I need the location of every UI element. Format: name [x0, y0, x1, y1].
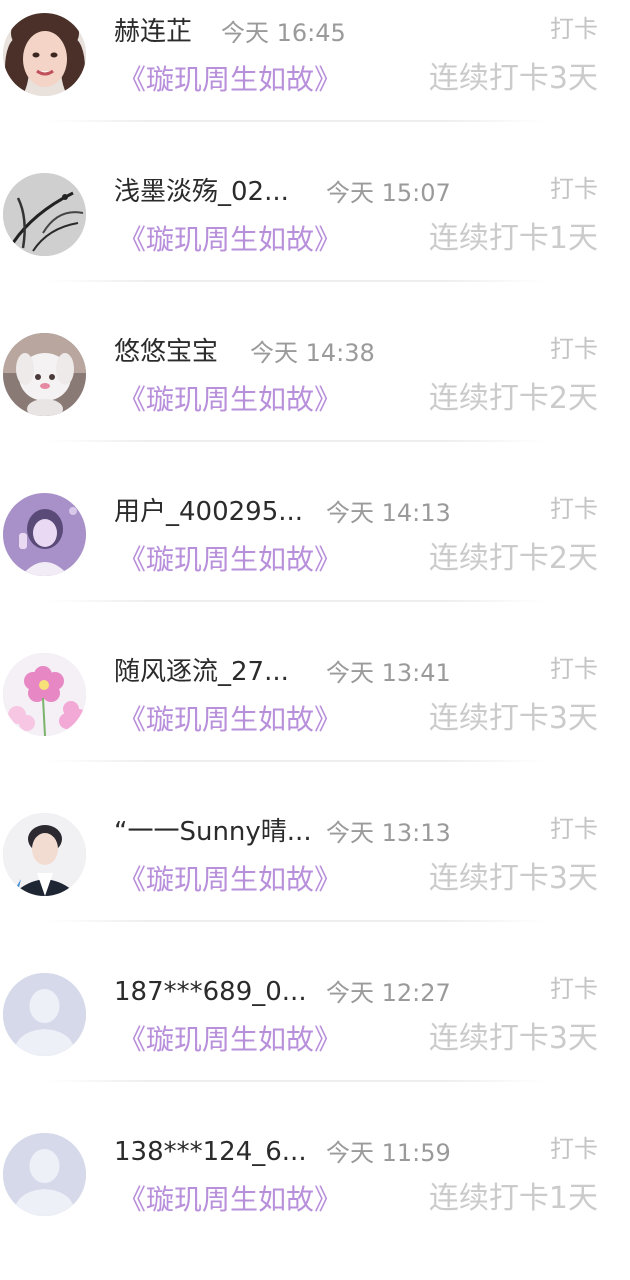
checkin-row[interactable]: 赫连芷 今天 16:45 打卡《璇玑周生如故》 连续打卡3天 — [0, 0, 630, 160]
checkin-tag: 打卡 — [550, 1135, 598, 1163]
user-name[interactable]: “一一Sunny晴... — [114, 814, 312, 850]
checkin-tag: 打卡 — [550, 975, 598, 1003]
checkin-tag: 打卡 — [550, 495, 598, 523]
avatar[interactable] — [3, 493, 86, 576]
checkin-tag: 打卡 — [550, 175, 598, 203]
row-divider — [46, 920, 546, 922]
checkin-tag: 打卡 — [550, 655, 598, 683]
checkin-time: 今天 13:41 — [326, 659, 451, 687]
user-name[interactable]: 浅墨淡殇_02... — [114, 174, 289, 210]
book-title-link[interactable]: 《璇玑周生如故》 — [118, 1020, 342, 1060]
checkin-row[interactable]: “一一Sunny晴... 今天 13:13 打卡《璇玑周生如故》 连续打卡3天 — [0, 800, 630, 960]
checkin-time: 今天 16:45 — [221, 19, 346, 47]
user-name[interactable]: 138***124_6... — [114, 1134, 307, 1170]
book-title-link[interactable]: 《璇玑周生如故》 — [118, 60, 342, 100]
user-name[interactable]: 随风逐流_27... — [114, 654, 289, 690]
user-name[interactable]: 悠悠宝宝 — [114, 334, 218, 370]
avatar[interactable] — [3, 973, 86, 1056]
row-divider — [46, 1080, 546, 1082]
row-divider — [46, 440, 546, 442]
checkin-row[interactable]: 浅墨淡殇_02... 今天 15:07 打卡《璇玑周生如故》 连续打卡1天 — [0, 160, 630, 320]
streak-count: 连续打卡3天 — [428, 861, 598, 896]
checkin-time: 今天 11:59 — [326, 1139, 451, 1167]
avatar[interactable] — [3, 1133, 86, 1216]
checkin-tag: 打卡 — [550, 815, 598, 843]
checkin-row[interactable]: 187***689_0... 今天 12:27 打卡《璇玑周生如故》 连续打卡3天 — [0, 960, 630, 1120]
checkin-time: 今天 14:38 — [250, 339, 375, 367]
checkin-time: 今天 12:27 — [326, 979, 451, 1007]
streak-count: 连续打卡1天 — [428, 221, 598, 256]
checkin-tag: 打卡 — [550, 15, 598, 43]
streak-count: 连续打卡1天 — [428, 1181, 598, 1216]
checkin-row[interactable]: 悠悠宝宝 今天 14:38 打卡《璇玑周生如故》 连续打卡2天 — [0, 320, 630, 480]
checkin-time: 今天 13:13 — [326, 819, 451, 847]
streak-count: 连续打卡3天 — [428, 61, 598, 96]
row-divider — [46, 120, 546, 122]
book-title-link[interactable]: 《璇玑周生如故》 — [118, 1180, 342, 1220]
checkin-tag: 打卡 — [550, 335, 598, 363]
book-title-link[interactable]: 《璇玑周生如故》 — [118, 380, 342, 420]
streak-count: 连续打卡3天 — [428, 701, 598, 736]
avatar[interactable] — [3, 13, 86, 96]
book-title-link[interactable]: 《璇玑周生如故》 — [118, 220, 342, 260]
avatar[interactable] — [3, 173, 86, 256]
user-name[interactable]: 赫连芷 — [114, 14, 192, 50]
book-title-link[interactable]: 《璇玑周生如故》 — [118, 860, 342, 900]
row-divider — [46, 280, 546, 282]
checkin-row[interactable]: 用户_400295... 今天 14:13 打卡《璇玑周生如故》 连续打卡2天 — [0, 480, 630, 640]
row-divider — [46, 760, 546, 762]
user-name[interactable]: 用户_400295... — [114, 494, 303, 530]
row-divider — [46, 600, 546, 602]
streak-count: 连续打卡2天 — [428, 381, 598, 416]
streak-count: 连续打卡2天 — [428, 541, 598, 576]
avatar[interactable] — [3, 653, 86, 736]
checkin-row[interactable]: 138***124_6... 今天 11:59 打卡《璇玑周生如故》 连续打卡1天 — [0, 1120, 630, 1280]
book-title-link[interactable]: 《璇玑周生如故》 — [118, 540, 342, 580]
book-title-link[interactable]: 《璇玑周生如故》 — [118, 700, 342, 740]
streak-count: 连续打卡3天 — [428, 1021, 598, 1056]
checkin-list: 赫连芷 今天 16:45 打卡 《璇玑周生如故》 连续打卡3天 浅墨淡殇_02... 今天 … — [0, 0, 630, 1216]
avatar[interactable] — [3, 813, 86, 896]
checkin-row[interactable]: 随风逐流_27... 今天 13:41 打卡《璇玑周生如故》 连续打卡3天 — [0, 640, 630, 800]
checkin-time: 今天 14:13 — [326, 499, 451, 527]
user-name[interactable]: 187***689_0... — [114, 974, 307, 1010]
avatar[interactable] — [3, 333, 86, 416]
checkin-time: 今天 15:07 — [326, 179, 451, 207]
